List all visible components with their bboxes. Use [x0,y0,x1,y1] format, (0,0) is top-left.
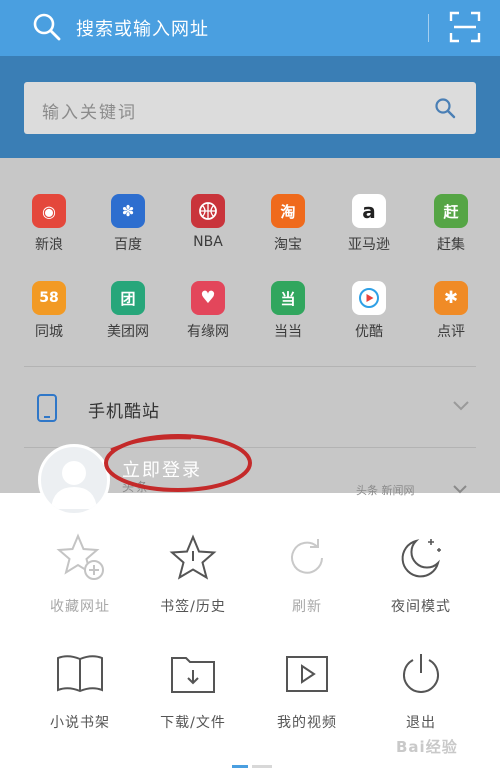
search-address-placeholder[interactable]: 搜索或输入网址 [76,15,209,41]
baidu-paw-icon: ✽ [111,194,145,228]
site-label: 赶集 [437,237,465,253]
refresh-icon [291,539,323,574]
amazon-icon: a [352,194,386,228]
menu-label: 退出 [406,715,436,731]
site-label: 当当 [274,324,302,340]
weibo-icon: ◉ [32,194,66,228]
annotation-red-circle [104,434,252,492]
chevron-down-icon[interactable] [452,400,470,412]
menu-label: 下载/文件 [160,715,226,731]
mobile-sites-row[interactable]: 手机酷站 [0,382,500,434]
menu-label: 收藏网址 [50,599,110,615]
star-outline-icon [169,534,217,580]
site-tongcheng[interactable]: 58 同城 [14,281,84,341]
mobile-sites-label: 手机酷站 [88,402,160,422]
topbar-divider [428,14,429,42]
taobao-icon: 淘 [271,194,305,228]
phone-icon [37,394,57,422]
site-meituan[interactable]: 团 美团网 [93,281,163,341]
scan-qr-icon[interactable] [449,11,481,43]
heart-icon: ♥ [191,281,225,315]
site-label: 美团网 [107,324,149,340]
page-indicator-active [232,765,248,768]
menu-refresh[interactable]: 刷新 [252,530,362,616]
site-taobao[interactable]: 淘 淘宝 [253,194,323,254]
page-indicator-inactive[interactable] [252,765,272,768]
site-label: 有缘网 [187,324,229,340]
play-circle-icon [352,281,386,315]
basketball-icon [191,194,225,228]
site-dangdang[interactable]: 当 当当 [253,281,323,341]
site-label: 亚马逊 [348,237,390,253]
menu-novel-shelf[interactable]: 小说书架 [25,646,135,732]
site-label: 淘宝 [274,237,302,253]
video-icon [286,656,328,692]
site-label: 百度 [114,237,142,253]
magnifier-icon[interactable] [434,97,456,119]
top-search-bar[interactable]: 搜索或输入网址 [0,0,500,56]
power-icon [403,654,439,693]
keyword-input-placeholder[interactable]: 输入关键词 [42,98,137,123]
menu-bookmarks-history[interactable]: 书签/历史 [138,530,248,616]
site-youku[interactable]: 优酷 [334,281,404,341]
menu-label: 刷新 [292,599,322,615]
dangdang-icon: 当 [271,281,305,315]
menu-exit[interactable]: 退出 [366,646,476,732]
menu-label: 小说书架 [50,715,110,731]
site-amazon[interactable]: a 亚马逊 [334,194,404,254]
search-icon [33,13,61,41]
divider [24,366,476,367]
download-folder-icon [171,657,215,693]
site-youyuan[interactable]: ♥ 有缘网 [173,281,243,341]
keyword-search-box[interactable]: 输入关键词 [24,82,476,134]
site-label: 同城 [35,324,63,340]
site-label: 点评 [437,324,465,340]
site-label: 优酷 [355,324,383,340]
menu-label: 夜间模式 [391,599,451,615]
site-dianping[interactable]: ✱ 点评 [416,281,486,341]
dianping-icon: ✱ [434,281,468,315]
menu-label: 我的视频 [277,715,337,731]
site-label: NBA [193,234,223,250]
menu-my-videos[interactable]: 我的视频 [252,646,362,732]
ganji-icon: 赶 [434,194,468,228]
meituan-icon: 团 [111,281,145,315]
site-baidu[interactable]: ✽ 百度 [93,194,163,254]
site-ganji[interactable]: 赶 赶集 [416,194,486,254]
headline-row-tag: 头条 新闻网 [356,484,415,497]
menu-night-mode[interactable]: 夜间模式 [366,530,476,616]
site-nba[interactable]: NBA [173,194,243,250]
menu-bookmark-site[interactable]: 收藏网址 [25,530,135,616]
avatar[interactable] [38,444,110,516]
58-icon: 58 [32,281,66,315]
star-plus-icon [56,533,104,580]
menu-label: 书签/历史 [160,599,226,615]
moon-icon [401,539,441,578]
book-icon [57,655,103,693]
chevron-down-icon[interactable] [452,484,468,494]
site-xinlang[interactable]: ◉ 新浪 [14,194,84,254]
user-silhouette-icon [51,461,97,509]
watermark-text: Bai经验 [396,738,458,756]
site-label: 新浪 [35,237,63,253]
menu-downloads-files[interactable]: 下载/文件 [138,646,248,732]
